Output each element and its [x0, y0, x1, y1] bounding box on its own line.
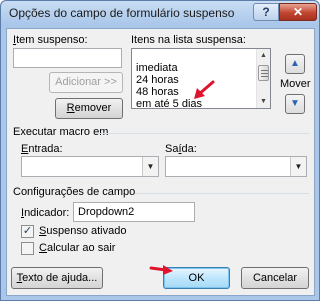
- annotation-arrow-icon: [194, 80, 215, 99]
- checkmark-icon: ✓: [22, 225, 33, 237]
- remove-button[interactable]: Remover: [55, 98, 123, 119]
- scroll-down-icon[interactable]: ▼: [257, 95, 270, 108]
- saida-combo[interactable]: ▼: [165, 156, 307, 177]
- cancel-button[interactable]: Cancelar: [241, 267, 309, 289]
- help-button[interactable]: ?: [253, 3, 279, 21]
- calcular-label: Calcular ao sair: [39, 242, 116, 254]
- suspenso-label: Suspenso ativado: [39, 225, 127, 237]
- scroll-up-icon[interactable]: ▲: [257, 49, 270, 62]
- add-button[interactable]: Adicionar >>: [49, 72, 123, 93]
- item-suspenso-input[interactable]: [13, 48, 122, 68]
- mover-label: Mover: [280, 78, 311, 90]
- chevron-down-icon[interactable]: ▼: [290, 157, 306, 176]
- suspenso-checkbox[interactable]: ✓: [21, 225, 34, 238]
- config-section-divider: [135, 193, 309, 194]
- entrada-label: Entrada:: [21, 143, 63, 155]
- dialog-title: Opções do campo de formulário suspenso: [9, 6, 235, 20]
- list-item[interactable]: 48 horas: [136, 86, 179, 98]
- calcular-checkbox[interactable]: [21, 242, 34, 255]
- list-item[interactable]: 24 horas: [136, 74, 179, 86]
- title-bar: Opções do campo de formulário suspenso ?…: [1, 1, 319, 25]
- annotation-arrow-icon: [149, 265, 173, 275]
- macro-section-label: Executar macro em: [13, 126, 109, 138]
- chevron-down-icon[interactable]: ▼: [142, 157, 158, 176]
- dialog-window: Opções do campo de formulário suspenso ?…: [0, 0, 320, 301]
- scroll-thumb[interactable]: [258, 65, 269, 81]
- indicador-input[interactable]: [73, 202, 195, 222]
- dialog-body: Item suspenso: Adicionar >> Remover Iten…: [6, 28, 315, 296]
- arrow-up-icon: ▲: [290, 58, 300, 69]
- config-section-label: Configurações de campo: [13, 186, 136, 198]
- list-scrollbar[interactable]: ▲ ▼: [256, 49, 270, 108]
- item-suspenso-label: Item suspenso:: [13, 34, 88, 46]
- indicador-label: Indicador:: [21, 207, 70, 219]
- help-text-button[interactable]: Texto de ajuda...: [11, 267, 103, 289]
- entrada-combo[interactable]: ▼: [21, 156, 159, 177]
- itens-lista-label: Itens na lista suspensa:: [131, 34, 246, 46]
- macro-section-divider: [95, 133, 309, 134]
- move-up-button[interactable]: ▲: [285, 54, 305, 74]
- move-down-button[interactable]: ▼: [285, 94, 305, 114]
- list-item[interactable]: imediata: [136, 62, 178, 74]
- close-button[interactable]: ✕: [279, 3, 317, 21]
- saida-label: Saída:: [165, 143, 197, 155]
- arrow-down-icon: ▼: [290, 98, 300, 109]
